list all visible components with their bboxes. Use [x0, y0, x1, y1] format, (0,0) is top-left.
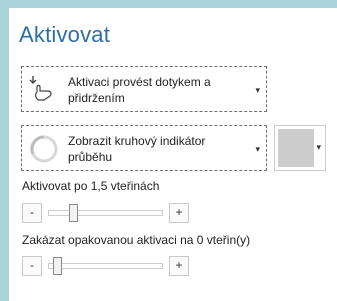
circular-progress-icon: [29, 134, 59, 169]
indicator-dropdown[interactable]: Zobrazit kruhový indikátor průběhu ▾: [21, 125, 267, 171]
touch-hold-icon: [28, 73, 58, 108]
activate-after-slider[interactable]: - +: [22, 203, 189, 225]
disable-repeat-label: Zakázat opakovanou aktivaci na 0 vteřin(…: [22, 233, 251, 247]
slider-thumb[interactable]: [53, 257, 62, 275]
activation-mode-label: Aktivaci provést dotykem a přidržením: [68, 75, 211, 105]
decrease-button[interactable]: -: [22, 203, 42, 223]
indicator-label: Zobrazit kruhový indikátor průběhu: [68, 134, 206, 164]
slider-thumb[interactable]: [69, 204, 78, 222]
chevron-down-icon: ▾: [316, 142, 321, 152]
slider-track[interactable]: [48, 210, 163, 216]
increase-button[interactable]: +: [169, 256, 189, 276]
disable-repeat-slider[interactable]: - +: [22, 256, 189, 278]
activation-mode-dropdown[interactable]: Aktivaci provést dotykem a přidržením ▾: [21, 66, 267, 112]
increase-button[interactable]: +: [169, 203, 189, 223]
decrease-button[interactable]: -: [22, 256, 42, 276]
page-title: Aktivovat: [19, 22, 111, 47]
chevron-down-icon: ▾: [255, 144, 260, 154]
color-swatch: [278, 129, 314, 167]
activate-after-label: Aktivovat po 1,5 vteřinách: [22, 179, 160, 193]
chevron-down-icon: ▾: [255, 85, 260, 95]
indicator-color-picker[interactable]: ▾: [274, 125, 326, 171]
slider-track[interactable]: [48, 263, 163, 269]
